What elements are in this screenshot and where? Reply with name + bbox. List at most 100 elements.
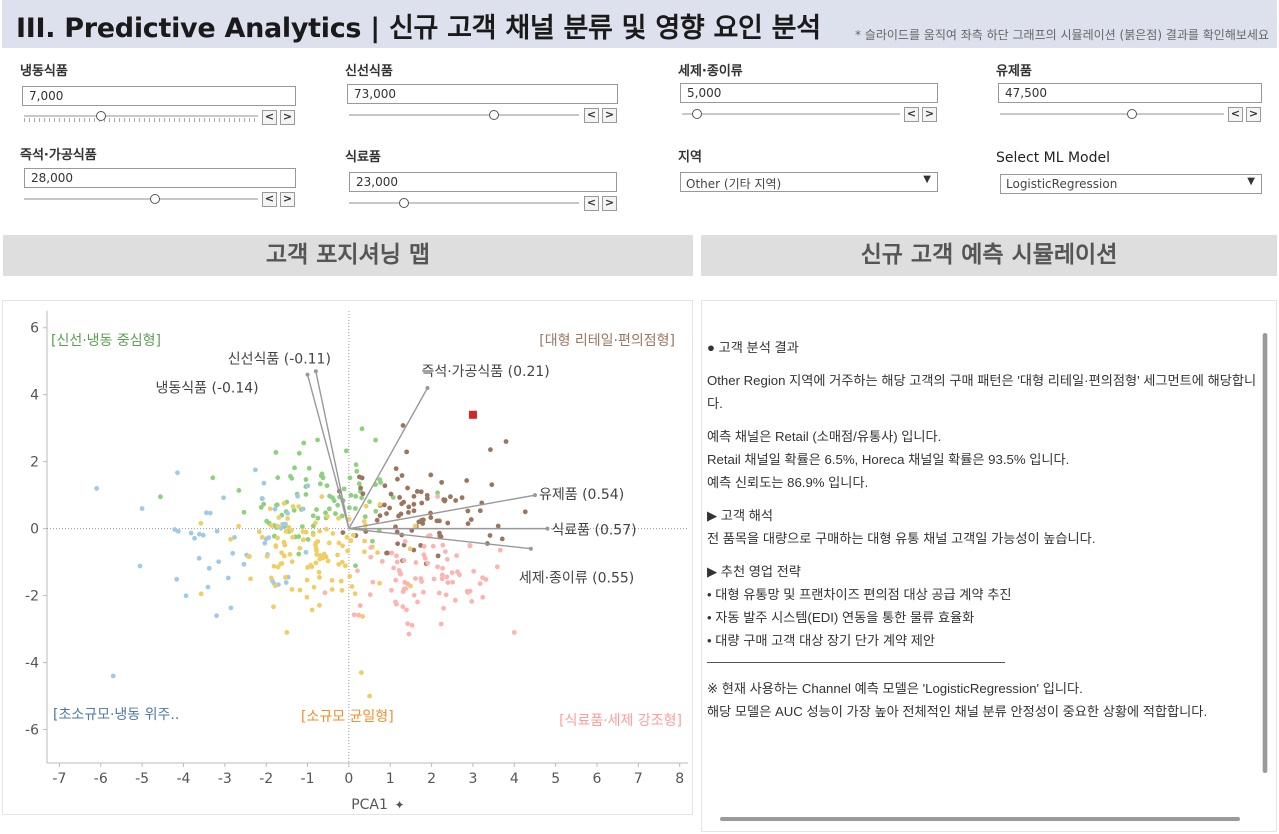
scatter-point: [275, 475, 281, 481]
scatter-point: [331, 498, 337, 504]
x-tick-label: -4: [176, 771, 190, 787]
scatter-point: [322, 590, 328, 596]
grocery-slider-track[interactable]: [349, 202, 579, 204]
scatter-point: [400, 604, 406, 610]
fresh-slider-track[interactable]: [349, 114, 579, 116]
model-select[interactable]: LogisticRegression ▼: [1000, 174, 1262, 194]
scatter-point: [477, 581, 483, 587]
milk-input[interactable]: 47,500: [998, 83, 1262, 103]
scatter-point: [312, 520, 318, 526]
frozen-input[interactable]: 7,000: [22, 86, 296, 106]
scatter-point: [394, 553, 399, 559]
grocery-step-prev-button[interactable]: <: [584, 196, 599, 211]
delicatessen-control: 즉석·가공식품 28,000 < >: [20, 144, 300, 214]
x-tick-label: -1: [301, 771, 315, 787]
milk-slider-thumb[interactable]: [1127, 109, 1138, 119]
scatter-point: [316, 569, 322, 575]
scatter-point: [503, 439, 509, 444]
channel-probability: Retail 채널일 확률은 6.5%, Horeca 채널일 확률은 93.5…: [707, 452, 1070, 467]
scatter-point: [480, 594, 486, 600]
milk-step-prev-button[interactable]: <: [1228, 107, 1243, 122]
grocery-label: 식료품: [345, 150, 381, 165]
x-tick-label: -5: [135, 771, 149, 787]
delicatessen-input[interactable]: 28,000: [24, 168, 296, 188]
detergent-slider-thumb[interactable]: [692, 109, 703, 119]
scatter-point: [393, 466, 399, 472]
scatter-point: [241, 509, 247, 515]
scatter-point: [344, 534, 350, 540]
scatter-point: [309, 607, 315, 613]
fresh-input[interactable]: 73,000: [347, 84, 618, 104]
fresh-step-prev-button[interactable]: <: [584, 108, 599, 123]
scatter-point: [413, 560, 419, 565]
scatter-point: [368, 554, 374, 560]
scatter-point: [285, 510, 291, 516]
grocery-step-next-button[interactable]: >: [602, 196, 617, 211]
scatter-point: [175, 470, 180, 476]
grocery-input[interactable]: 23,000: [349, 172, 617, 192]
scatter-point: [378, 480, 383, 485]
scatter-point: [269, 575, 274, 581]
horizontal-scrollbar[interactable]: [720, 817, 1240, 821]
scatter-point: [326, 506, 332, 512]
scatter-point: [333, 511, 338, 517]
vertical-scrollbar[interactable]: [1262, 333, 1268, 773]
scatter-point: [207, 510, 213, 516]
milk-slider-track[interactable]: [1000, 113, 1224, 115]
delicatessen-step-prev-button[interactable]: <: [262, 192, 277, 207]
scatter-point: [303, 477, 309, 482]
milk-step-next-button[interactable]: >: [1246, 107, 1261, 122]
scatter-point: [196, 555, 202, 561]
loading-vector-tip: [528, 546, 533, 551]
scatter-point: [271, 563, 277, 569]
dropdown-arrow-icon: ▼: [1247, 176, 1255, 187]
scatter-point: [225, 575, 231, 581]
fresh-step-next-button[interactable]: >: [602, 108, 617, 123]
detergent-input[interactable]: 5,000: [680, 83, 938, 103]
scatter-point: [436, 518, 442, 524]
scatter-point: [335, 552, 340, 558]
scatter-point: [267, 506, 273, 512]
scatter-point: [273, 450, 279, 455]
scatter-point: [413, 576, 418, 581]
loading-label: 세제·종이류 (0.55): [519, 571, 634, 587]
scatter-point: [377, 501, 383, 507]
simulation-result-text: ● 고객 분석 결과 Other Region 지역에 거주하는 해당 고객의 …: [707, 336, 1262, 723]
model-control: Select ML Model LogisticRegression ▼: [996, 150, 1264, 200]
positioning-map-chart[interactable]: -7 -6 -5 -4 -3 -2 -1 0 1 2 3 4 5 6 7 8 6 4 2 0 -2 -4 -6 PCA1 ✦ 냉동…: [3, 301, 692, 814]
simulation-result-panel: ● 고객 분석 결과 Other Region 지역에 거주하는 해당 고객의 …: [701, 300, 1277, 832]
scatter-point: [389, 587, 394, 593]
scatter-point: [268, 523, 274, 528]
frozen-step-prev-button[interactable]: <: [262, 110, 277, 125]
scatter-point: [297, 545, 303, 551]
frozen-slider-track[interactable]: [24, 115, 258, 117]
scatter-point: [356, 612, 362, 618]
fresh-slider-thumb[interactable]: [488, 110, 499, 120]
detergent-step-next-button[interactable]: >: [922, 107, 937, 122]
delicatessen-step-next-button[interactable]: >: [280, 192, 295, 207]
scatter-point: [453, 498, 459, 503]
scatter-point: [499, 536, 505, 542]
scatter-point: [175, 528, 181, 534]
scatter-point: [395, 541, 401, 547]
vertical-scrollbar-thumb[interactable]: [1263, 333, 1267, 773]
scatter-point: [465, 508, 471, 514]
scatter-point: [367, 592, 373, 598]
region-select[interactable]: Other (기타 지역) ▼: [680, 172, 938, 192]
scatter-point: [487, 533, 493, 538]
scatter-point: [272, 583, 278, 589]
detergent-slider-track[interactable]: [682, 113, 900, 115]
scatter-point: [480, 575, 485, 581]
scatter-point: [272, 506, 278, 512]
frozen-step-next-button[interactable]: >: [280, 110, 295, 125]
scatter-point: [261, 480, 267, 486]
delicatessen-slider-track[interactable]: [24, 198, 258, 200]
delicatessen-slider-thumb[interactable]: [150, 194, 161, 204]
scatter-point: [397, 570, 403, 576]
scatter-point: [443, 592, 449, 598]
detergent-step-prev-button[interactable]: <: [904, 107, 919, 122]
slider-instruction-note: * 슬라이드를 움직여 좌측 하단 그래프의 시뮬레이션 (붉은점) 결과를 확…: [854, 28, 1269, 42]
grocery-slider-thumb[interactable]: [399, 198, 410, 208]
scatter-point: [295, 493, 301, 499]
scatter-point: [228, 536, 233, 542]
